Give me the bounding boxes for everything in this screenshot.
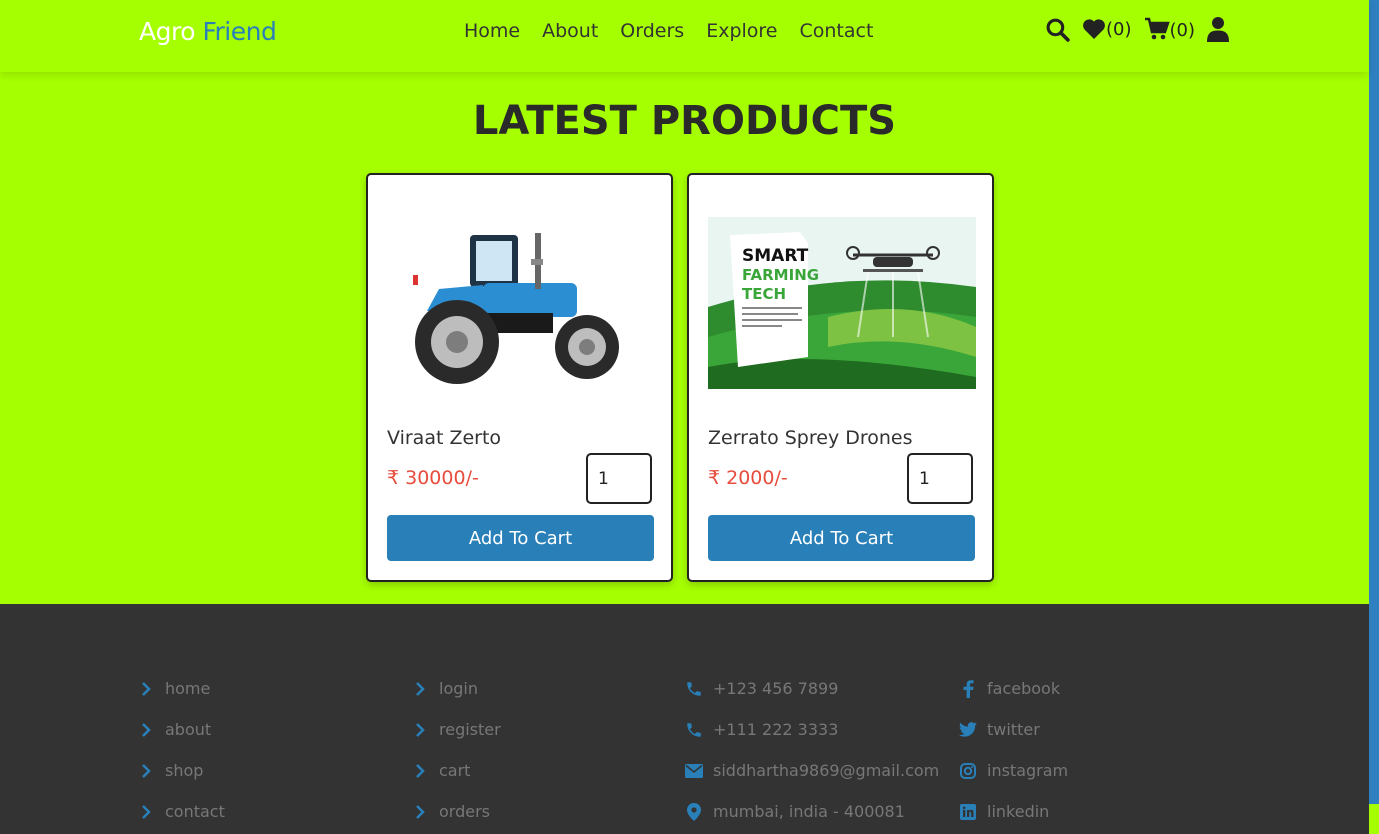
quantity-input[interactable] (907, 453, 973, 504)
instagram-icon (957, 762, 979, 779)
footer-link-register[interactable]: register (409, 709, 501, 750)
linkedin-icon (957, 803, 979, 820)
footer-link-label: register (439, 720, 501, 739)
nav-explore[interactable]: Explore (706, 20, 777, 42)
header-icons: (0) (0) (1045, 16, 1229, 42)
image-text-line3: TECH (742, 285, 786, 303)
cart-button[interactable]: (0) (1144, 17, 1196, 41)
footer-link-label: contact (165, 802, 225, 821)
footer-link-label: orders (439, 802, 490, 821)
footer-link-contact[interactable]: contact (135, 791, 225, 832)
footer-link-home[interactable]: home (135, 668, 225, 709)
footer-link-label: facebook (987, 679, 1061, 698)
chevron-right-icon (135, 722, 157, 737)
cart-icon (1144, 17, 1170, 40)
footer-email-text: siddhartha9869@gmail.com (713, 761, 940, 780)
footer-link-twitter[interactable]: twitter (957, 709, 1068, 750)
nav-contact[interactable]: Contact (800, 20, 874, 42)
phone-icon (683, 721, 705, 739)
product-card: SMART FARMING TECH Zerrato Sprey Drones … (687, 173, 994, 582)
chevron-right-icon (135, 763, 157, 778)
footer-link-facebook[interactable]: facebook (957, 668, 1068, 709)
product-name: Viraat Zerto (387, 427, 502, 449)
cart-count: (0) (1169, 20, 1196, 41)
image-text-line1: SMART (742, 246, 809, 266)
quantity-input[interactable] (586, 453, 652, 504)
map-pin-icon (683, 802, 705, 821)
product-name: Zerrato Sprey Drones (708, 427, 913, 449)
footer-email[interactable]: siddhartha9869@gmail.com (683, 750, 939, 791)
facebook-icon (957, 679, 979, 698)
footer-social-links: facebook twitter instagram linkedin (957, 668, 1068, 832)
footer-link-label: about (165, 720, 212, 739)
footer-quick-links: home about shop contact (135, 668, 225, 832)
add-to-cart-button[interactable]: Add To Cart (708, 515, 975, 561)
footer-link-linkedin[interactable]: linkedin (957, 791, 1068, 832)
nav-home[interactable]: Home (464, 20, 520, 42)
product-price: ₹ 30000/- (387, 467, 479, 489)
logo[interactable]: Agro Friend (139, 17, 277, 46)
scrollbar-thumb[interactable] (1369, 804, 1379, 834)
footer-link-cart[interactable]: cart (409, 750, 501, 791)
page-title: LATEST PRODUCTS (472, 98, 897, 144)
twitter-icon (957, 722, 979, 737)
footer-phone-text: +111 222 3333 (713, 720, 839, 739)
chevron-right-icon (135, 804, 157, 819)
footer-phone-1[interactable]: +123 456 7899 (683, 668, 939, 709)
phone-icon (683, 680, 705, 698)
nav-orders[interactable]: Orders (620, 20, 684, 42)
nav-about[interactable]: About (542, 20, 598, 42)
chevron-right-icon (409, 681, 431, 696)
footer-contact-info: +123 456 7899 +111 222 3333 siddhartha98… (683, 668, 939, 832)
search-icon[interactable] (1045, 17, 1070, 42)
footer-link-label: cart (439, 761, 471, 780)
main-nav: Home About Orders Explore Contact (464, 20, 873, 42)
footer-link-label: login (439, 679, 478, 698)
heart-icon (1083, 19, 1105, 39)
footer-address-text: mumbai, india - 400081 (713, 802, 905, 821)
footer-link-label: home (165, 679, 211, 698)
logo-text-part1: Agro (139, 17, 196, 46)
chevron-right-icon (409, 804, 431, 819)
page-scrollbar[interactable] (1369, 0, 1379, 834)
chevron-right-icon (409, 763, 431, 778)
footer-link-label: linkedin (987, 802, 1050, 821)
footer-link-login[interactable]: login (409, 668, 501, 709)
footer-link-orders[interactable]: orders (409, 791, 501, 832)
tractor-image (413, 233, 619, 384)
footer-link-label: instagram (987, 761, 1069, 780)
footer-link-shop[interactable]: shop (135, 750, 225, 791)
user-icon[interactable] (1207, 16, 1229, 42)
footer-phone-2[interactable]: +111 222 3333 (683, 709, 939, 750)
envelope-icon (683, 763, 705, 778)
product-price: ₹ 2000/- (708, 467, 788, 489)
footer-phone-text: +123 456 7899 (713, 679, 839, 698)
footer-link-instagram[interactable]: instagram (957, 750, 1068, 791)
chevron-right-icon (135, 681, 157, 696)
drone-image: SMART FARMING TECH (708, 217, 976, 389)
wishlist-button[interactable]: (0) (1082, 18, 1132, 40)
footer-address: mumbai, india - 400081 (683, 791, 939, 832)
product-card: Viraat Zerto ₹ 30000/- Add To Cart (366, 173, 673, 582)
footer-extra-links: login register cart orders (409, 668, 501, 832)
header: Agro Friend Home About Orders Explore Co… (0, 0, 1369, 72)
footer-link-label: twitter (987, 720, 1040, 739)
add-to-cart-button[interactable]: Add To Cart (387, 515, 654, 561)
chevron-right-icon (409, 722, 431, 737)
wishlist-count: (0) (1106, 19, 1132, 40)
footer-link-label: shop (165, 761, 204, 780)
logo-text-part2: Friend (202, 17, 277, 46)
footer-link-about[interactable]: about (135, 709, 225, 750)
image-text-line2: FARMING (742, 266, 819, 284)
